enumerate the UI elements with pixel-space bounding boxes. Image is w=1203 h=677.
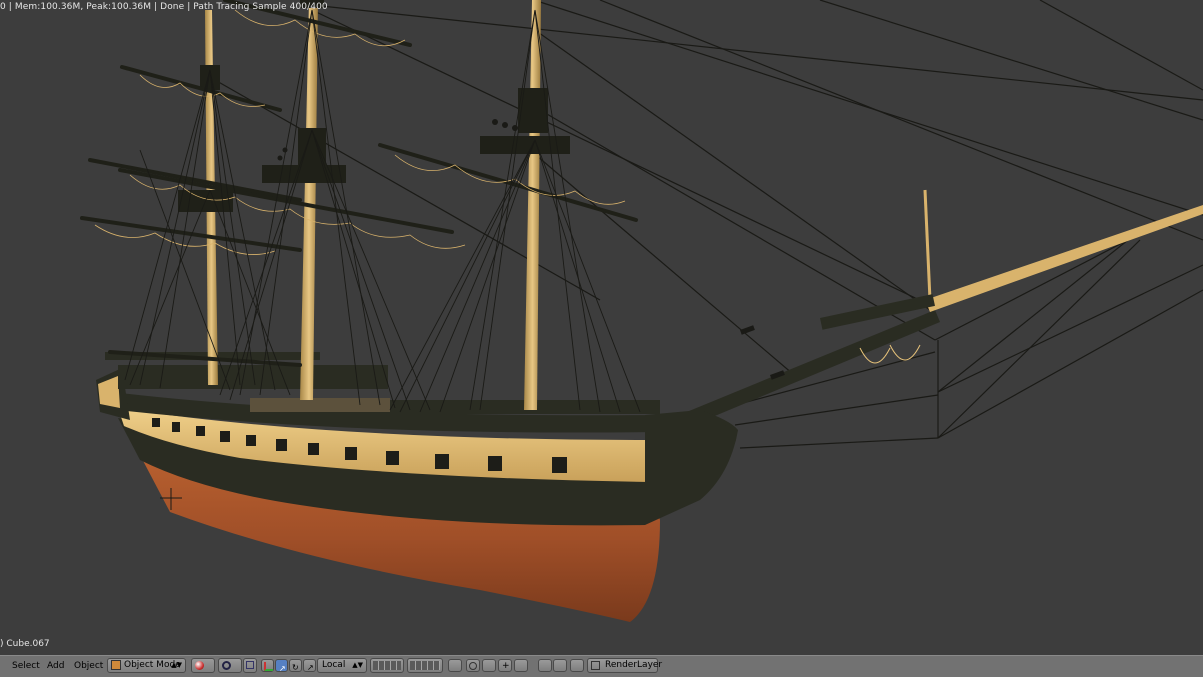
menu-select[interactable]: Select bbox=[12, 659, 40, 674]
render-status-text: 0 | Mem:100.36M, Peak:100.36M | Done | P… bbox=[0, 2, 328, 12]
up-down-arrow-icon: ▲▼ bbox=[171, 661, 182, 669]
shading-sphere-icon bbox=[195, 661, 204, 670]
lock-camera-icon[interactable] bbox=[448, 659, 462, 672]
snap-icon[interactable] bbox=[482, 659, 496, 672]
orientation-label: Local bbox=[322, 660, 346, 670]
opengl-render-icon[interactable] bbox=[553, 659, 567, 672]
rotate-manipulator-icon[interactable]: ↗ bbox=[275, 659, 288, 673]
layers-grid-icon bbox=[373, 661, 401, 670]
3d-viewport[interactable]: 0 | Mem:100.36M, Peak:100.36M | Done | P… bbox=[0, 0, 1203, 655]
menu-object[interactable]: Object bbox=[74, 659, 103, 674]
active-object-label: ) Cube.067 bbox=[0, 639, 50, 649]
layer-buttons-group-2[interactable] bbox=[407, 658, 443, 673]
viewport-shading-selector[interactable] bbox=[191, 658, 215, 673]
layers-grid-icon bbox=[410, 661, 440, 670]
manipulator-toggle[interactable] bbox=[243, 658, 257, 673]
ship-render bbox=[80, 0, 1203, 622]
render-layer-selector[interactable]: RenderLayer bbox=[587, 658, 662, 673]
mode-selector[interactable]: Object Mode ▲▼ bbox=[107, 658, 186, 673]
menu-add[interactable]: Add bbox=[47, 659, 64, 674]
transform-space-icon[interactable]: ↗ bbox=[303, 659, 316, 672]
pivot-point-selector[interactable] bbox=[218, 658, 242, 673]
scale-manipulator-icon[interactable]: ↻ bbox=[289, 659, 302, 672]
render-layer-label: RenderLayer bbox=[605, 660, 663, 670]
translate-manipulator-icon[interactable] bbox=[261, 659, 274, 672]
layer-buttons-group-1[interactable] bbox=[370, 658, 404, 673]
transform-orientation-selector[interactable]: Local ▲▼ bbox=[317, 658, 367, 673]
cube-icon bbox=[111, 660, 121, 670]
viewport-header: Select Add Object Object Mode ▲▼ ↗ ↻ ↗ L… bbox=[0, 655, 1203, 677]
render-animation-icon[interactable] bbox=[570, 659, 584, 672]
snap-target-icon[interactable] bbox=[514, 659, 528, 672]
snap-element-icon[interactable]: + bbox=[498, 659, 512, 672]
manipulator-icon bbox=[246, 661, 254, 669]
pivot-icon bbox=[222, 661, 231, 670]
proportional-edit-icon[interactable] bbox=[466, 659, 480, 672]
up-down-arrow-icon: ▲▼ bbox=[352, 661, 363, 669]
render-preview-icon[interactable] bbox=[538, 659, 552, 672]
render-layer-icon bbox=[591, 661, 600, 670]
